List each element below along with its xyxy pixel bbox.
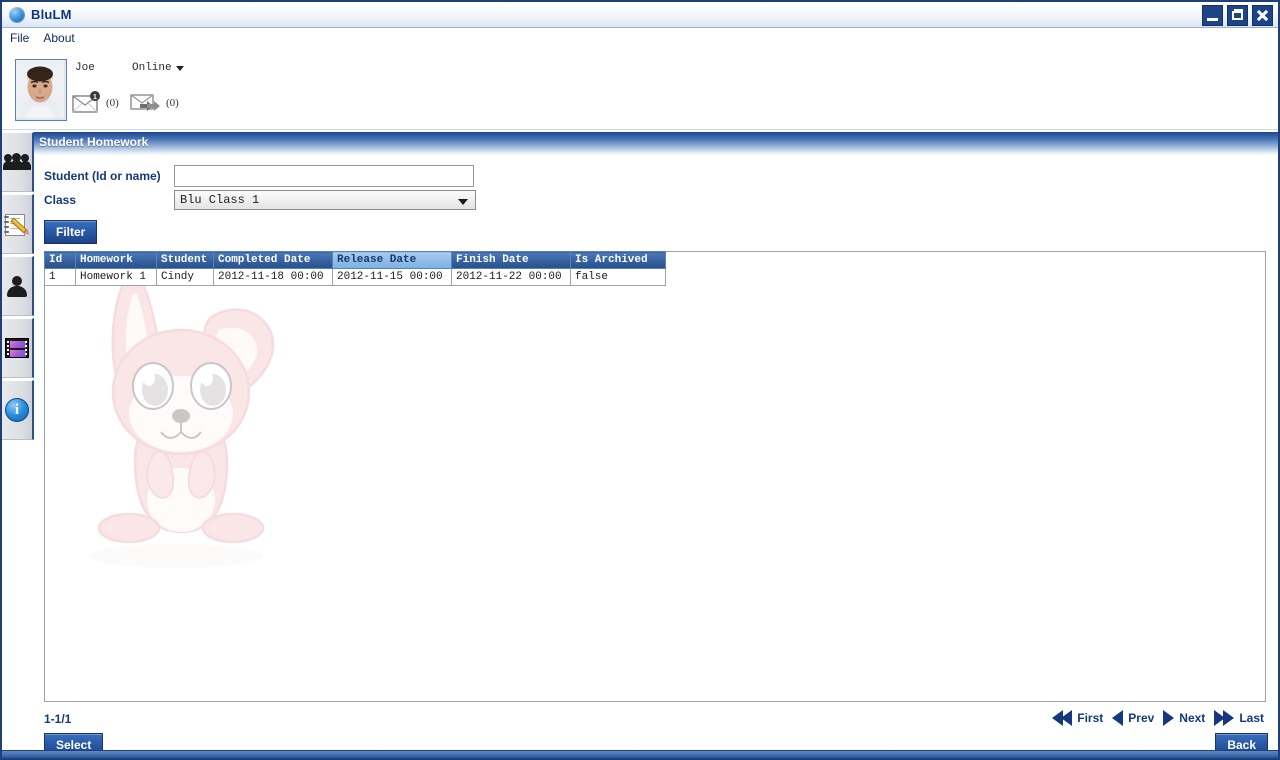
sidebar: i xyxy=(2,132,34,758)
column-header-id[interactable]: Id xyxy=(44,251,76,269)
sent-group[interactable]: (0) xyxy=(130,91,179,115)
left-arrow-icon xyxy=(1112,710,1124,726)
person-icon xyxy=(6,275,28,297)
close-button[interactable] xyxy=(1252,5,1273,26)
envelope-sent-icon xyxy=(130,94,160,111)
user-photo xyxy=(16,60,64,120)
cell-is-archived: false xyxy=(570,268,666,286)
table-row[interactable]: 1 Homework 1 Cindy 2012-11-18 00:00 2012… xyxy=(44,268,666,286)
page-header: Student Homework xyxy=(34,132,1278,156)
table-header-row: Id Homework Student Completed Date Relea… xyxy=(44,251,666,269)
envelope-icon: 1 xyxy=(72,91,100,113)
pager-last[interactable]: Last xyxy=(1214,710,1268,726)
double-right-arrow-icon-2 xyxy=(1223,710,1235,726)
column-header-homework[interactable]: Homework xyxy=(75,251,157,269)
filter-button[interactable]: Filter xyxy=(44,220,98,244)
sidebar-item-students[interactable] xyxy=(2,256,34,316)
column-header-finish-date[interactable]: Finish Date xyxy=(451,251,571,269)
svg-text:1: 1 xyxy=(93,94,97,101)
caret-down-icon xyxy=(175,65,184,71)
menu-item-file[interactable]: File xyxy=(4,29,35,47)
results-frame xyxy=(44,251,1266,702)
info-icon: i xyxy=(5,398,29,422)
cell-student: Cindy xyxy=(156,268,214,286)
student-field-row: Student (Id or name) xyxy=(44,165,474,187)
cell-finish-date: 2012-11-22 00:00 xyxy=(451,268,571,286)
class-select[interactable]: Blu Class 1 xyxy=(174,190,476,210)
pager-last-label: Last xyxy=(1239,711,1264,725)
user-nickname: Joe xyxy=(75,62,95,74)
pagination: First Prev Next Last xyxy=(1052,710,1268,726)
right-arrow-icon xyxy=(1163,710,1175,726)
sidebar-item-media[interactable] xyxy=(2,318,34,378)
column-header-release-date[interactable]: Release Date xyxy=(332,251,452,269)
status-label: Online xyxy=(132,62,172,74)
sent-count: (0) xyxy=(166,97,179,109)
group-icon xyxy=(3,153,31,171)
menu-bar: File About xyxy=(2,28,1278,48)
globe-icon xyxy=(9,6,25,23)
pager-next-label: Next xyxy=(1179,711,1206,725)
inbox-count: (0) xyxy=(106,97,119,109)
student-field-label: Student (Id or name) xyxy=(44,169,161,183)
status-selector[interactable]: Online xyxy=(132,62,184,74)
application-window: BluLM File About Joe Online 1 (0) (0) i … xyxy=(0,0,1280,760)
column-header-completed-date[interactable]: Completed Date xyxy=(213,251,333,269)
record-counter: 1-1/1 xyxy=(44,712,72,726)
class-select-value: Blu Class 1 xyxy=(180,193,260,207)
content-panel: Student Homework Student (Id or name) Cl… xyxy=(34,132,1278,758)
cell-release-date: 2012-11-15 00:00 xyxy=(332,268,452,286)
column-header-is-archived[interactable]: Is Archived xyxy=(570,251,666,269)
chevron-down-icon xyxy=(458,199,468,205)
cell-id: 1 xyxy=(44,268,76,286)
status-bar xyxy=(2,750,1278,758)
title-bar: BluLM xyxy=(2,2,1278,28)
sidebar-item-homework[interactable] xyxy=(2,194,34,254)
avatar[interactable] xyxy=(15,59,67,121)
menu-item-about[interactable]: About xyxy=(37,29,80,47)
minimize-button[interactable] xyxy=(1202,5,1223,26)
double-left-arrow-icon-2 xyxy=(1061,710,1073,726)
window-title: BluLM xyxy=(31,7,72,22)
class-field-row: Class Blu Class 1 xyxy=(44,190,476,210)
sidebar-item-groups[interactable] xyxy=(2,132,34,192)
pager-first[interactable]: First xyxy=(1052,710,1107,726)
homework-table[interactable]: Id Homework Student Completed Date Relea… xyxy=(44,251,666,286)
user-panel: Joe Online 1 (0) (0) xyxy=(2,48,1278,130)
column-header-student[interactable]: Student xyxy=(156,251,214,269)
film-icon xyxy=(5,338,29,358)
pager-first-label: First xyxy=(1077,711,1104,725)
pager-prev[interactable]: Prev xyxy=(1112,710,1158,726)
student-input[interactable] xyxy=(174,165,474,187)
rabbit-illustration xyxy=(91,267,275,568)
page-title: Student Homework xyxy=(39,135,149,149)
restore-button[interactable] xyxy=(1227,5,1248,26)
pager-next[interactable]: Next xyxy=(1163,710,1209,726)
notepad-pencil-icon xyxy=(4,213,32,237)
pager-prev-label: Prev xyxy=(1128,711,1155,725)
cell-completed-date: 2012-11-18 00:00 xyxy=(213,268,333,286)
sidebar-item-info[interactable]: i xyxy=(2,380,34,440)
class-field-label: Class xyxy=(44,193,77,207)
cell-homework: Homework 1 xyxy=(75,268,157,286)
window-controls xyxy=(1202,5,1273,26)
inbox-group[interactable]: 1 (0) xyxy=(72,91,119,115)
